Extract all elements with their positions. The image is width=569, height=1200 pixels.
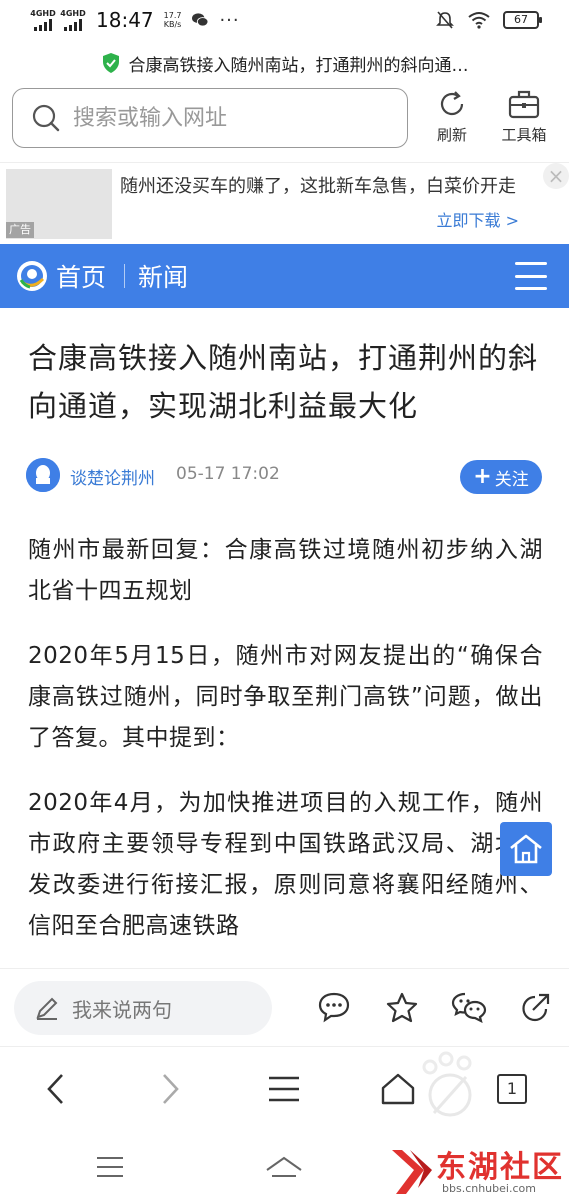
toolbox-label: 工具箱 bbox=[501, 126, 547, 144]
page-title-bar: 合康高铁接入随州南站，打通荆州的斜向通… bbox=[0, 44, 569, 82]
clock: 18:47 bbox=[96, 8, 154, 32]
avatar-icon bbox=[26, 458, 60, 492]
watermark-title: 东湖社区 bbox=[436, 1150, 564, 1185]
pencil-icon bbox=[36, 997, 58, 1020]
menu-lines-icon[interactable] bbox=[264, 1069, 304, 1109]
home-page-icon[interactable] bbox=[378, 1069, 418, 1109]
article-body: 随州市最新回复：合康高铁过境随州初步纳入湖北省十四五规划 2020年5月15日，… bbox=[28, 530, 543, 968]
mute-icon bbox=[436, 11, 454, 29]
network-speed: 17.7 KB/s bbox=[164, 11, 182, 29]
page-title: 合康高铁接入随州南站，打通荆州的斜向通… bbox=[128, 55, 469, 76]
site-watermark: 东湖社区 bbs.cnhubei.com bbox=[388, 1140, 564, 1200]
address-bar[interactable] bbox=[12, 88, 408, 148]
refresh-button[interactable]: 刷新 bbox=[417, 88, 487, 152]
article-title: 合康高铁接入随州南站，打通荆州的斜向通道，实现湖北利益最大化 bbox=[28, 341, 539, 423]
signal-1-label: 4GHD bbox=[30, 8, 56, 18]
article-paragraph: 2020年4月，为加快推进项目的入规工作，随州市政府主要领导专程到中国铁路武汉局… bbox=[28, 790, 543, 939]
wifi-icon bbox=[468, 12, 490, 29]
ad-banner[interactable]: 广告 随州还没买车的赚了，这批新车急售，白菜价开走 立即下载 > × bbox=[0, 162, 569, 242]
speed-unit: KB/s bbox=[163, 20, 182, 29]
ad-text[interactable]: 随州还没买车的赚了，这批新车急售，白菜价开走 bbox=[120, 173, 530, 201]
speed-value: 17.7 bbox=[163, 11, 182, 20]
nav-news-link[interactable]: 新闻 bbox=[138, 258, 188, 294]
recent-apps-icon[interactable] bbox=[90, 1152, 130, 1182]
refresh-label: 刷新 bbox=[436, 126, 467, 144]
home-icon bbox=[510, 834, 542, 864]
site-nav: 首页 新闻 bbox=[0, 244, 569, 308]
signal-1-icon: 4GHD bbox=[30, 8, 56, 31]
comment-icon[interactable] bbox=[316, 989, 352, 1025]
back-icon[interactable] bbox=[36, 1069, 76, 1109]
ad-close-icon[interactable]: × bbox=[543, 163, 569, 189]
author-name[interactable]: 谈楚论荆州 bbox=[70, 464, 155, 489]
comment-placeholder: 我来说两句 bbox=[72, 997, 172, 1022]
ad-tag: 广告 bbox=[6, 222, 34, 238]
secure-shield-icon bbox=[102, 53, 119, 73]
toolbox-icon bbox=[508, 90, 540, 119]
toolbox-button[interactable]: 工具箱 bbox=[489, 88, 559, 152]
follow-label: 关注 bbox=[494, 469, 529, 490]
browser-toolbar: 1 bbox=[0, 1046, 569, 1132]
watermark-logo-icon bbox=[392, 1150, 432, 1194]
nav-separator bbox=[124, 264, 125, 288]
share-icon[interactable] bbox=[518, 989, 554, 1025]
watermark-url: bbs.cnhubei.com bbox=[442, 1182, 536, 1195]
ad-download-link[interactable]: 立即下载 > bbox=[437, 207, 520, 231]
article-paragraph: 随州市最新回复：合康高铁过境随州初步纳入湖北省十四五规划 bbox=[28, 537, 543, 604]
author-row: 谈楚论荆州 05-17 17:02 + 关注 bbox=[26, 458, 546, 494]
follow-button[interactable]: + 关注 bbox=[460, 460, 542, 494]
address-row: 刷新 工具箱 bbox=[0, 86, 569, 156]
tabs-button[interactable]: 1 bbox=[492, 1069, 532, 1109]
signal-2-label: 4GHD bbox=[60, 8, 86, 18]
site-logo-icon[interactable] bbox=[16, 260, 48, 292]
plus-icon: + bbox=[473, 464, 492, 489]
comment-input[interactable]: 我来说两句 bbox=[14, 981, 272, 1035]
star-icon[interactable] bbox=[384, 989, 420, 1025]
publish-time: 05-17 17:02 bbox=[176, 464, 280, 484]
floating-home-button[interactable] bbox=[500, 822, 552, 876]
battery-indicator: 67 bbox=[503, 11, 542, 29]
status-bar: 4GHD 4GHD 18:47 17.7 KB/s ··· 67 bbox=[0, 0, 569, 44]
refresh-icon bbox=[440, 91, 464, 116]
nav-home-link[interactable]: 首页 bbox=[56, 258, 106, 294]
tab-count: 1 bbox=[497, 1074, 527, 1104]
wechat-icon bbox=[192, 13, 209, 27]
system-home-icon[interactable] bbox=[264, 1152, 304, 1182]
wechat-share-icon[interactable] bbox=[451, 989, 487, 1025]
comment-bar: 我来说两句 bbox=[0, 968, 569, 1046]
article-paragraph: 2020年5月15日，随州市对网友提出的“确保合康高铁过随州，同时争取至荆门高铁… bbox=[28, 643, 543, 751]
address-input[interactable] bbox=[73, 105, 373, 131]
signal-2-icon: 4GHD bbox=[60, 8, 86, 31]
forward-icon[interactable] bbox=[150, 1069, 190, 1109]
more-notifications: ··· bbox=[219, 9, 240, 31]
search-icon bbox=[32, 104, 60, 132]
menu-icon[interactable] bbox=[515, 262, 547, 290]
author-avatar[interactable] bbox=[26, 458, 60, 492]
paw-watermark-icon bbox=[422, 1051, 472, 1117]
